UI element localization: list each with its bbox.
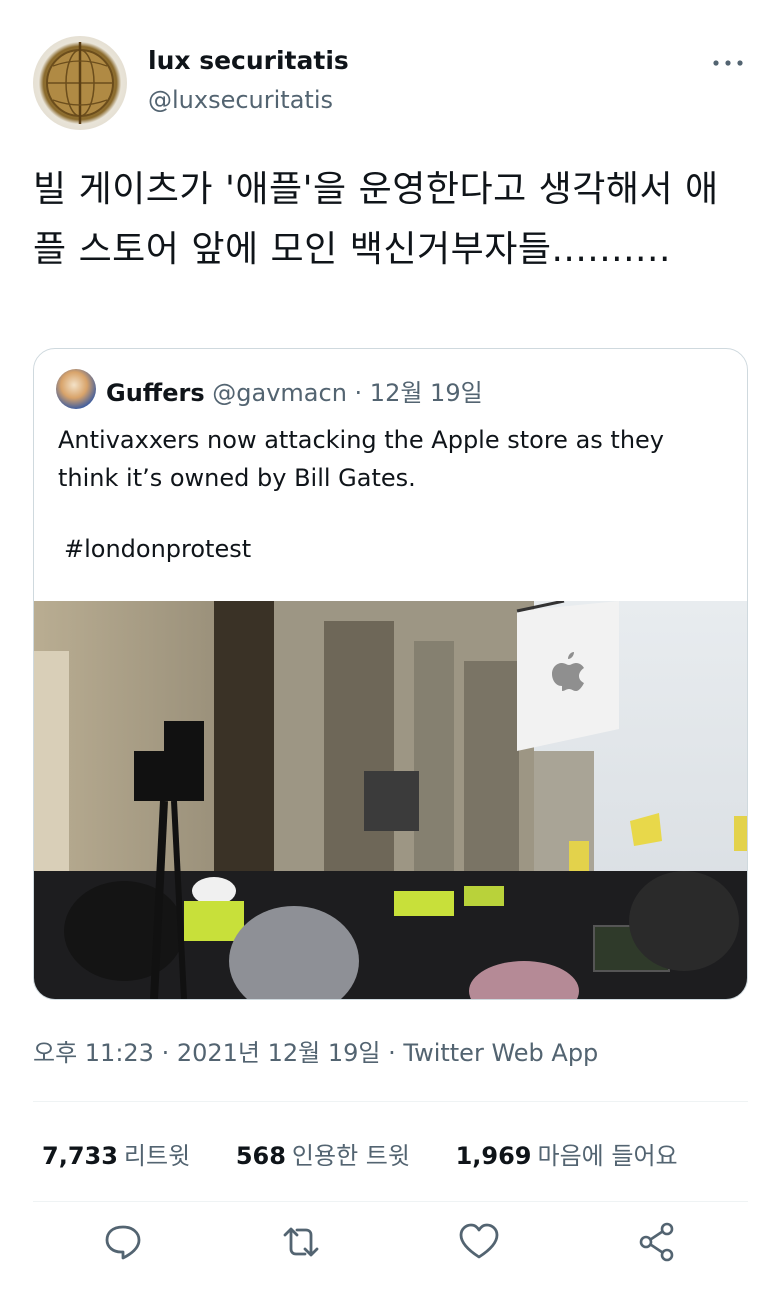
like-icon[interactable]	[455, 1218, 503, 1266]
retweets-count: 7,733	[42, 1142, 118, 1170]
quotes-count: 568	[235, 1142, 286, 1170]
hashtag-link[interactable]: #londonprotest	[64, 535, 251, 563]
tweet-timestamp[interactable]: 오후 11:23 · 2021년 12월 19일 · Twitter Web A…	[33, 1033, 598, 1068]
retweets-stat[interactable]: 7,733 리트윗	[42, 1142, 228, 1170]
author-avatar[interactable]	[33, 36, 127, 130]
quoted-author-handle[interactable]: @gavmacn	[212, 379, 347, 407]
quoted-tweet-text: Antivaxxers now attacking the Apple stor…	[58, 426, 664, 492]
retweets-label: 리트윗	[123, 1142, 191, 1170]
likes-stat[interactable]: 1,969 마음에 들어요	[456, 1142, 716, 1170]
tweet-stats: 7,733 리트윗 568 인용한 트윗 1,969 마음에 들어요	[42, 1136, 716, 1171]
author-name[interactable]: lux securitatis	[148, 46, 349, 75]
likes-label: 마음에 들어요	[537, 1142, 678, 1170]
divider-top	[33, 1101, 748, 1102]
quoted-tweet[interactable]: Guffers @gavmacn · 12월 19일 Antivaxxers n…	[33, 348, 748, 1000]
reply-icon[interactable]	[99, 1218, 147, 1266]
tweet-actions	[33, 1218, 748, 1268]
quoted-author-avatar[interactable]	[56, 369, 96, 409]
more-icon[interactable]	[708, 50, 748, 76]
quoted-tweet-header: Guffers @gavmacn · 12월 19일	[106, 373, 483, 408]
likes-count: 1,969	[455, 1142, 532, 1170]
retweet-icon[interactable]	[277, 1218, 325, 1266]
quoted-tweet-photo[interactable]	[34, 601, 747, 999]
quoted-author-name[interactable]: Guffers	[106, 379, 205, 407]
quoted-tweet-date[interactable]: · 12월 19일	[355, 379, 483, 407]
tweet-header: lux securitatis @luxsecuritatis	[33, 36, 748, 132]
quotes-stat[interactable]: 568 인용한 트윗	[236, 1142, 448, 1170]
share-icon[interactable]	[633, 1218, 681, 1266]
divider-bottom	[33, 1201, 748, 1202]
quotes-label: 인용한 트윗	[291, 1142, 410, 1170]
tweet-text: 빌 게이츠가 '애플'을 운영한다고 생각해서 애플 스토어 앞에 모인 백신거…	[33, 169, 719, 270]
author-handle[interactable]: @luxsecuritatis	[148, 86, 333, 114]
